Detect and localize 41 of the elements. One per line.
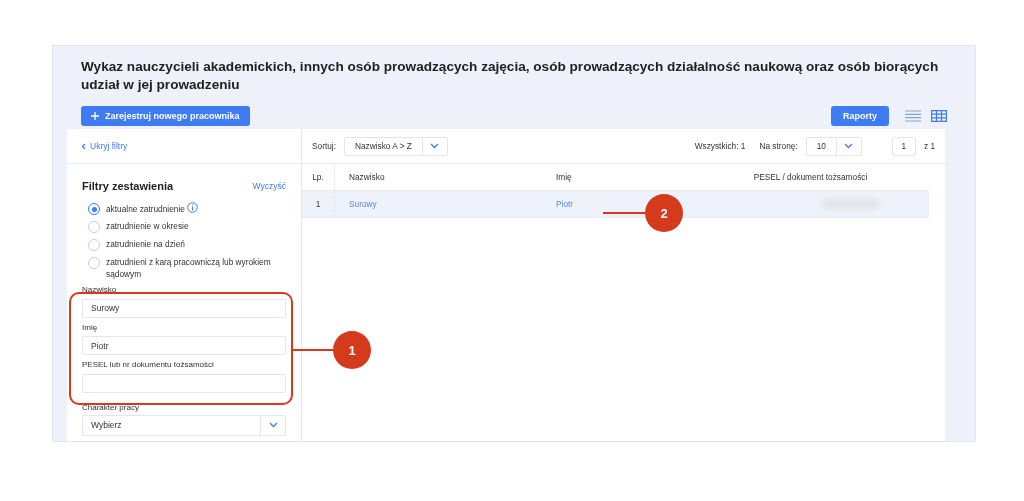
table-cell: 1 (302, 191, 335, 217)
total-count: Wszystkich: 1 (694, 141, 746, 151)
page-field[interactable]: 1 (891, 136, 916, 156)
field-label: Charakter pracy (82, 402, 139, 412)
chevron-down-icon (430, 143, 440, 149)
chevron-left-icon (81, 142, 86, 150)
text-field[interactable]: Surowy (82, 298, 286, 318)
select-field[interactable]: Wybierz (82, 414, 286, 436)
clear-link[interactable]: Wyczyść (252, 181, 286, 191)
column-header: PESEL / dokument tożsamości (752, 171, 869, 184)
page-count: z 1 (923, 141, 935, 151)
reports-button[interactable]: Raporty (831, 106, 889, 126)
plus-icon (91, 112, 99, 120)
field-label: PESEL lub nr dokumentu tożsamości (82, 360, 215, 369)
leader-line (603, 212, 647, 214)
per-page-select[interactable]: 10 (805, 136, 862, 156)
column-header: Lp. (302, 164, 335, 190)
view-toggle[interactable] (905, 110, 921, 122)
field-label: Imię (82, 322, 99, 332)
register-button[interactable]: Zarejestruj nowego pracownika (81, 106, 250, 126)
column-header: Imię (556, 171, 572, 184)
chevron-down-icon (844, 143, 854, 149)
per-page-label: Na stronę: (759, 141, 798, 151)
hide-filters-link[interactable]: Ukryj filtry (81, 141, 128, 151)
chevron-down-icon (268, 422, 278, 428)
radio-label: zatrudnienie w okresie (106, 220, 190, 232)
column-header: Nazwisko (349, 171, 385, 184)
filters-title: Filtry zestawienia (82, 180, 174, 192)
radio-label: zatrudnieni z karą pracowniczą lub wyrokiem sądowym (106, 256, 272, 280)
sort-label: Sortuj: (312, 141, 336, 151)
page-title: Wykaz nauczycieli akademickich, innych osób prowadzących zajęcia, osób prowadzących działalność naukową oraz osób biorących udział w jej prowadzeniu (81, 58, 940, 94)
text-field[interactable]: Piotr (82, 336, 286, 355)
radio-label: aktualne zatrudnienie (106, 202, 286, 215)
list-view-icon (905, 110, 921, 122)
grid-view-icon (931, 110, 947, 122)
sort-select[interactable]: Nazwisko A > Z (344, 136, 448, 156)
radio-label: zatrudnienie na dzień (106, 238, 186, 250)
view-toggle[interactable] (931, 110, 947, 122)
text-field[interactable] (82, 373, 286, 393)
leader-line (291, 349, 335, 351)
field-label: Nazwisko (82, 285, 118, 294)
